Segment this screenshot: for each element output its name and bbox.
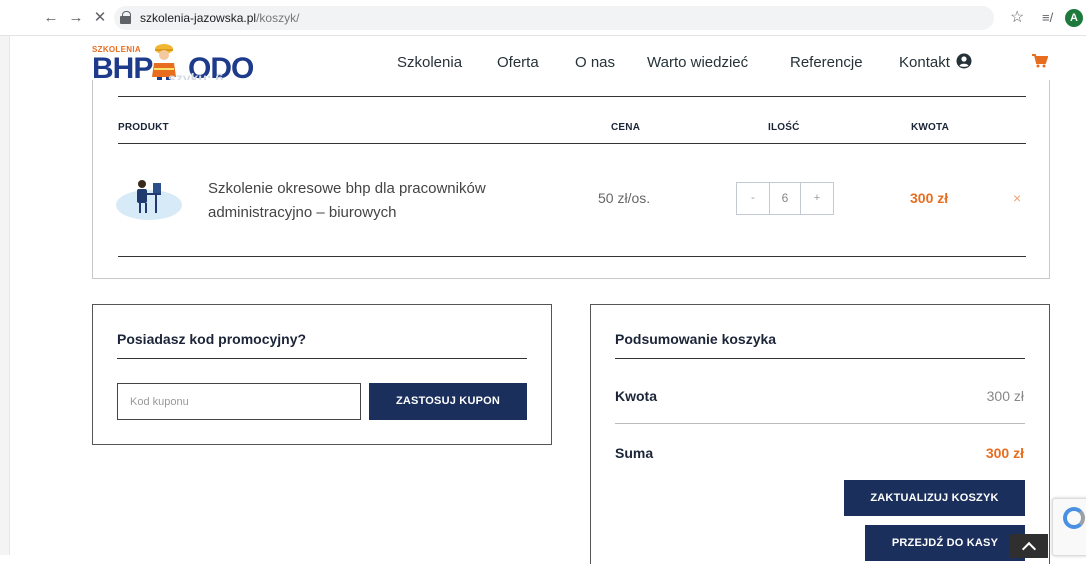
quantity-stepper: - 6 + — [736, 182, 834, 215]
subtotal-label: Kwota — [615, 388, 657, 404]
divider — [118, 143, 1026, 144]
subtotal-value: 300 zł — [986, 388, 1024, 404]
coupon-title: Posiadasz kod promocyjny? — [117, 331, 307, 347]
summary-title: Podsumowanie koszyka — [615, 331, 777, 347]
row-total: 300 zł — [910, 190, 949, 206]
browser-toolbar: ← → ✕ szkolenia-jazowska.pl/koszyk/ ☆ ≡/… — [0, 0, 1086, 36]
back-arrow-icon[interactable]: ← — [42, 9, 60, 27]
coupon-panel — [92, 304, 552, 445]
total-label: Suma — [615, 445, 654, 461]
quantity-increase-button[interactable]: + — [801, 183, 833, 214]
column-header-product: PRODUKT — [118, 122, 169, 133]
proceed-to-checkout-button[interactable]: PRZEJDŹ DO KASY — [865, 525, 1025, 561]
recaptcha-badge[interactable] — [1052, 498, 1086, 556]
lock-icon[interactable] — [120, 11, 131, 24]
remove-item-close-icon[interactable]: × — [1013, 190, 1021, 206]
bookmark-star-icon[interactable]: ☆ — [1010, 9, 1024, 27]
forward-arrow-icon[interactable]: → — [67, 9, 85, 27]
divider — [117, 358, 527, 359]
product-thumbnail[interactable] — [115, 175, 183, 221]
nav-szkolenia[interactable]: Szkolenia — [397, 54, 462, 71]
product-price: 50 zł/os. — [598, 190, 651, 206]
nav-warto-wiedziec[interactable]: Warto wiedzieć — [647, 54, 748, 71]
url-text: szkolenia-jazowska.pl/koszyk/ — [140, 11, 299, 25]
column-header-price: CENA — [611, 122, 641, 133]
divider — [118, 256, 1026, 257]
apply-coupon-button[interactable]: ZASTOSUJ KUPON — [369, 383, 527, 420]
stop-close-icon[interactable]: ✕ — [91, 9, 109, 27]
user-circle-icon[interactable] — [956, 53, 972, 69]
quantity-input[interactable]: 6 — [769, 183, 801, 214]
column-header-qty: ILOŚĆ — [768, 122, 800, 133]
recaptcha-logo-icon — [1063, 507, 1085, 529]
quantity-decrease-button[interactable]: - — [737, 183, 769, 214]
nav-kontakt[interactable]: Kontakt — [899, 54, 950, 71]
update-cart-button[interactable]: ZAKTUALIZUJ KOSZYK — [844, 480, 1025, 516]
scroll-to-top-chevron-up-icon[interactable] — [1010, 534, 1048, 558]
shopping-cart-icon[interactable] — [1032, 54, 1048, 68]
nav-referencje[interactable]: Referencje — [790, 54, 863, 71]
total-value: 300 zł — [985, 445, 1024, 461]
profile-avatar[interactable]: A — [1065, 9, 1083, 27]
divider — [615, 423, 1025, 424]
url-host: szkolenia-jazowska.pl — [140, 11, 257, 25]
product-name-link[interactable]: Szkolenie okresowe bhp dla pracowników a… — [208, 177, 548, 225]
reading-list-icon[interactable]: ≡/ — [1042, 9, 1053, 27]
nav-oferta[interactable]: Oferta — [497, 54, 539, 71]
coupon-code-input[interactable] — [117, 383, 361, 420]
nav-o-nas[interactable]: O nas — [575, 54, 615, 71]
divider — [118, 96, 1026, 97]
left-scroll-gutter — [0, 36, 10, 555]
address-bar[interactable]: szkolenia-jazowska.pl/koszyk/ — [114, 6, 994, 30]
column-header-total: KWOTA — [911, 122, 950, 133]
url-path: /koszyk/ — [256, 11, 300, 25]
divider — [615, 358, 1025, 359]
